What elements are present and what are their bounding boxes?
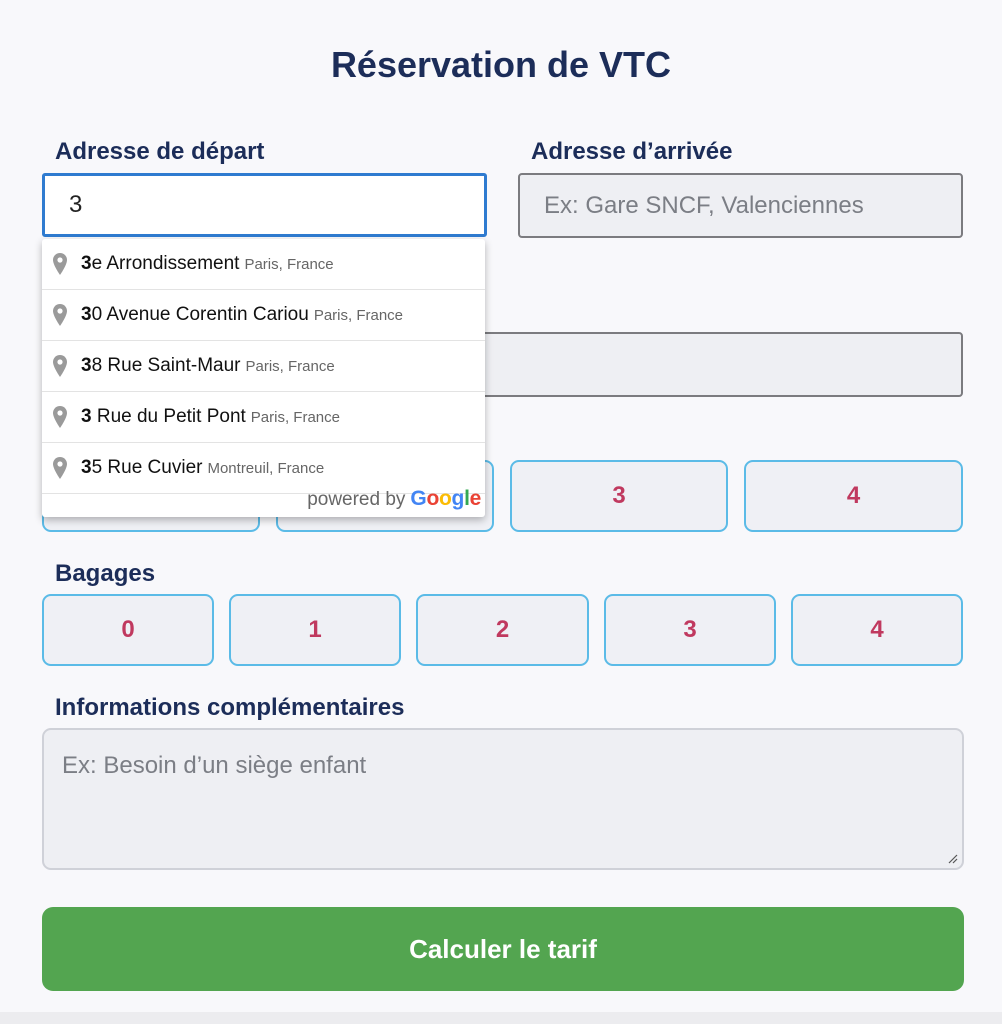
luggage-option-1[interactable]: 1 bbox=[229, 594, 401, 666]
luggage-option-0[interactable]: 0 bbox=[42, 594, 214, 666]
suggestion-secondary: Montreuil, France bbox=[207, 459, 325, 477]
suggestion-match: 3 bbox=[81, 304, 92, 325]
booking-form: Réservation de VTC Adresse de départ 3 A… bbox=[0, 0, 1002, 1012]
suggestion-main-text: 3 Rue du Petit Pont bbox=[81, 406, 246, 428]
arrival-input-placeholder: Ex: Gare SNCF, Valenciennes bbox=[544, 191, 864, 219]
suggestion-main-text: 38 Rue Saint-Maur bbox=[81, 355, 240, 377]
suggestion-item[interactable]: 30 Avenue Corentin Cariou Paris, France bbox=[42, 290, 485, 341]
map-pin-icon bbox=[53, 457, 67, 479]
passengers-option-4[interactable]: 4 bbox=[744, 460, 963, 532]
suggestion-main-text: 3e Arrondissement bbox=[81, 253, 239, 275]
suggestion-secondary: Paris, France bbox=[250, 408, 340, 426]
arrival-label: Adresse d’arrivée bbox=[531, 138, 733, 165]
suggestion-list: 3e Arrondissement Paris, France 30 Avenue … bbox=[42, 239, 485, 494]
suggestion-secondary: Paris, France bbox=[245, 357, 335, 375]
suggestion-match: 3 bbox=[81, 406, 92, 427]
luggage-label: Bagages bbox=[55, 560, 156, 587]
map-pin-icon bbox=[53, 406, 67, 428]
google-logo-letter: e bbox=[469, 487, 482, 510]
google-logo-letter: G bbox=[410, 487, 427, 510]
passengers-option-3[interactable]: 3 bbox=[510, 460, 728, 532]
suggestion-match: 3 bbox=[81, 253, 92, 274]
departure-input-value: 3 bbox=[69, 191, 83, 218]
map-pin-icon bbox=[53, 304, 67, 326]
departure-label: Adresse de départ bbox=[55, 138, 265, 165]
google-logo-letter: o bbox=[439, 487, 452, 510]
info-textarea-placeholder: Ex: Besoin d’un siège enfant bbox=[62, 752, 367, 779]
luggage-option-2[interactable]: 2 bbox=[416, 594, 589, 666]
suggestion-secondary: Paris, France bbox=[313, 306, 404, 324]
suggestion-rest: 0 Avenue Corentin Cariou bbox=[91, 304, 309, 325]
resize-grip-icon[interactable] bbox=[948, 854, 958, 864]
suggestion-item[interactable]: 3 Rue du Petit Pont Paris, France bbox=[42, 392, 485, 443]
autocomplete-dropdown: 3e Arrondissement Paris, France 30 Avenue … bbox=[42, 239, 485, 517]
map-pin-icon bbox=[53, 355, 67, 377]
suggestion-rest: e Arrondissement bbox=[91, 253, 240, 274]
suggestion-main-text: 30 Avenue Corentin Cariou bbox=[81, 304, 309, 326]
calculate-fare-label: Calculer le tarif bbox=[409, 933, 597, 964]
luggage-option-4[interactable]: 4 bbox=[791, 594, 963, 666]
suggestion-match: 3 bbox=[81, 355, 92, 376]
suggestion-rest: 5 Rue Cuvier bbox=[91, 457, 203, 478]
info-label: Informations complémentaires bbox=[55, 694, 405, 721]
page-title: Réservation de VTC bbox=[330, 44, 672, 85]
powered-by-google: powered by Google bbox=[307, 487, 481, 511]
powered-by-text: powered by bbox=[307, 489, 406, 510]
luggage-option-3[interactable]: 3 bbox=[604, 594, 776, 666]
google-logo: Google bbox=[410, 487, 481, 511]
info-textarea[interactable]: Ex: Besoin d’un siège enfant bbox=[42, 728, 964, 870]
arrival-input[interactable]: Ex: Gare SNCF, Valenciennes bbox=[518, 173, 963, 238]
map-pin-icon bbox=[53, 253, 67, 275]
suggestion-secondary: Paris, France bbox=[244, 255, 334, 273]
suggestion-item[interactable]: 38 Rue Saint-Maur Paris, France bbox=[42, 341, 485, 392]
departure-input[interactable]: 3 bbox=[42, 173, 487, 237]
calculate-fare-button[interactable]: Calculer le tarif bbox=[42, 907, 964, 991]
suggestion-rest: Rue du Petit Pont bbox=[91, 406, 246, 427]
google-logo-letter: g bbox=[451, 487, 465, 510]
suggestion-match: 3 bbox=[81, 457, 92, 478]
suggestion-item[interactable]: 3e Arrondissement Paris, France bbox=[42, 239, 485, 290]
suggestion-rest: 8 Rue Saint-Maur bbox=[91, 355, 241, 376]
google-logo-letter: o bbox=[426, 487, 439, 510]
suggestion-main-text: 35 Rue Cuvier bbox=[81, 457, 202, 479]
